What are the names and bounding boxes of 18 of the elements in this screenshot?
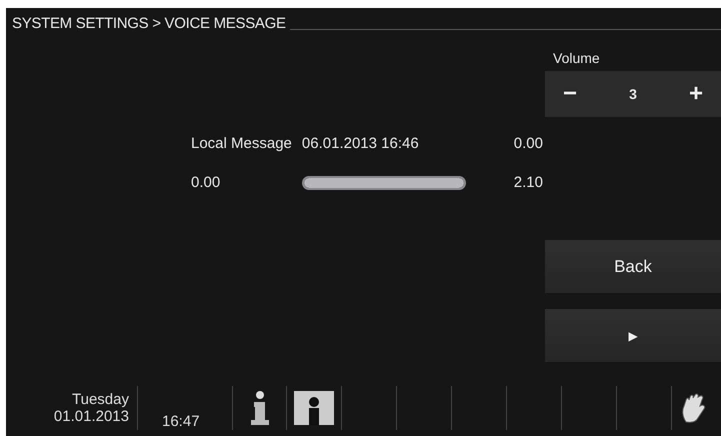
hand-icon[interactable] — [680, 392, 708, 424]
play-button[interactable]: ▶ — [545, 309, 721, 362]
volume-label: Volume — [552, 49, 601, 64]
start-time: 0.00 — [191, 174, 220, 191]
message-name: Local Message — [191, 135, 292, 152]
day-label: Tuesday — [72, 391, 129, 408]
end-time: 2.10 — [514, 174, 543, 191]
message-reading: 0.00 — [514, 135, 543, 152]
volume-down-button[interactable]: − — [559, 80, 582, 108]
time-label: 16:47 — [162, 413, 200, 430]
back-button[interactable]: Back — [545, 240, 721, 293]
date-label: 01.01.2013 — [54, 408, 129, 425]
person-icon[interactable] — [294, 391, 334, 425]
info-icon[interactable] — [250, 390, 270, 426]
volume-up-button[interactable]: + — [684, 80, 707, 108]
volume-value: 3 — [629, 86, 637, 102]
breadcrumb: SYSTEM SETTINGS > VOICE MESSAGE — [12, 15, 286, 32]
message-timestamp: 06.01.2013 16:46 — [302, 135, 419, 152]
